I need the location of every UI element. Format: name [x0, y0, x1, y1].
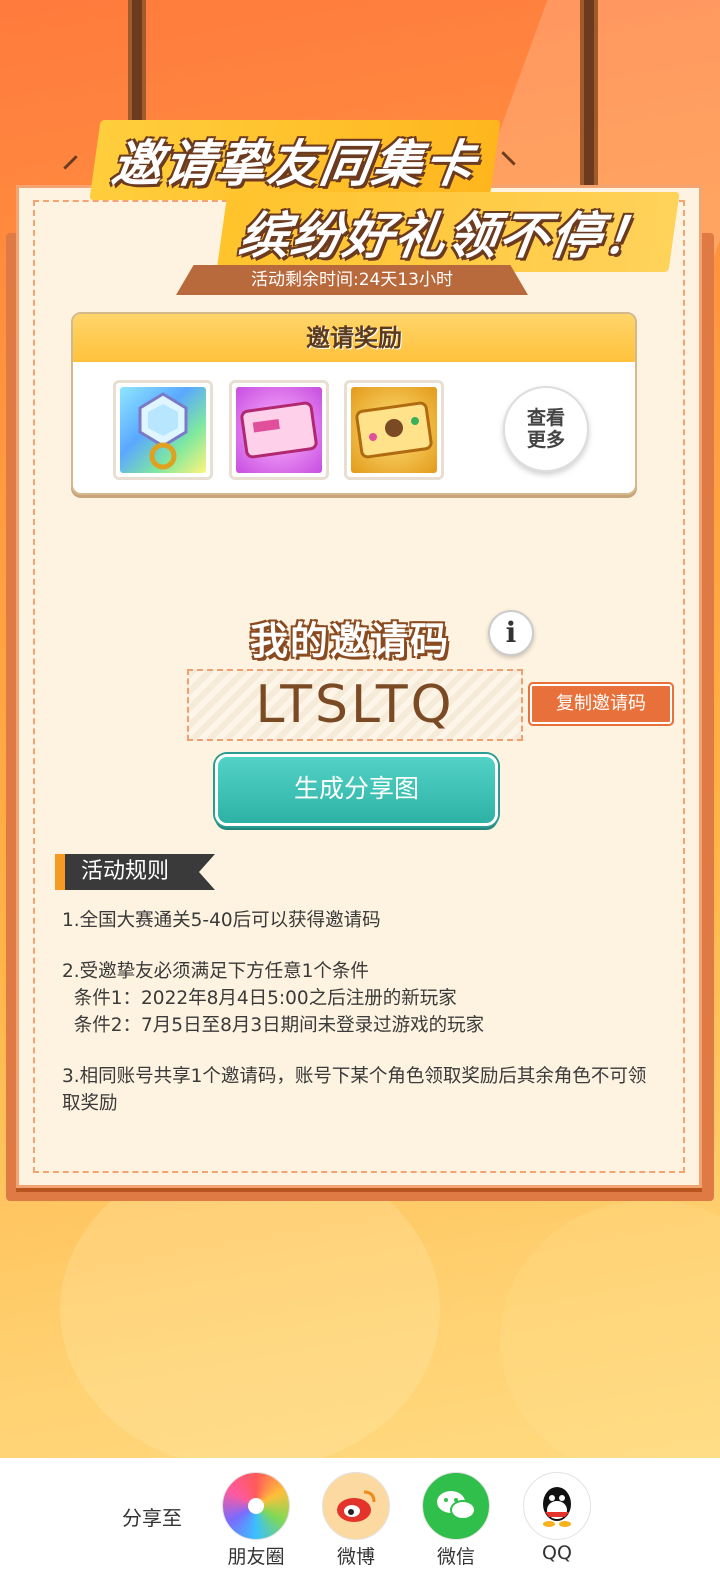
- reward-ring[interactable]: [113, 380, 213, 480]
- rules-title: 活动规则: [55, 854, 215, 890]
- share-wechat-button[interactable]: 微信: [420, 1472, 492, 1569]
- share-target-label: 微信: [436, 1546, 475, 1568]
- share-target-label: 朋友圈: [227, 1546, 285, 1568]
- card-icon: [351, 387, 437, 473]
- invite-code-value: LTSLTQ: [187, 669, 523, 741]
- reward-gold-card[interactable]: [344, 380, 444, 480]
- event-title: ⸝ 邀请挚友同集卡 ⸜ 缤纷好礼领不停！: [0, 110, 720, 272]
- ring-icon: [120, 387, 206, 473]
- share-target-label: 微博: [336, 1546, 375, 1568]
- copy-invite-code-button[interactable]: 复制邀请码: [528, 682, 674, 726]
- rule-item: 2.受邀挚友必须满足下方任意1个条件 条件1：2022年8月4日5:00之后注册…: [62, 961, 485, 1036]
- title-line-2: 缤纷好礼领不停！: [216, 192, 680, 272]
- rewards-panel: 邀请奖励 查看更多: [71, 312, 637, 495]
- invite-code-title: 我的邀请码: [250, 619, 451, 663]
- share-label: 分享至: [122, 1506, 182, 1530]
- share-moments-button[interactable]: 朋友圈: [220, 1472, 292, 1569]
- share-bar: 分享至 朋友圈 微博 微信 QQ: [0, 1458, 720, 1584]
- rule-item: 3.相同账号共享1个邀请码，账号下某个角色领取奖励后其余角色不可领取奖励: [62, 1066, 647, 1114]
- qq-icon: [523, 1472, 591, 1540]
- decoration-slash: ⸜: [500, 131, 517, 171]
- see-more-button[interactable]: 查看更多: [503, 386, 589, 472]
- decoration-slash: ⸝: [62, 135, 79, 175]
- event-countdown: 活动剩余时间:24天13小时: [176, 265, 528, 295]
- moments-icon: [222, 1472, 290, 1540]
- rewards-title: 邀请奖励: [73, 314, 635, 362]
- share-qq-button[interactable]: QQ: [521, 1472, 593, 1564]
- rule-item: 1.全国大赛通关5-40后可以获得邀请码: [62, 910, 381, 931]
- share-weibo-button[interactable]: 微博: [320, 1472, 392, 1569]
- card-icon: [236, 387, 322, 473]
- weibo-icon: [322, 1472, 390, 1540]
- share-target-label: QQ: [542, 1542, 572, 1564]
- background-glow: [500, 1200, 720, 1480]
- title-line-1: 邀请挚友同集卡: [89, 120, 501, 200]
- generate-share-image-button[interactable]: 生成分享图: [215, 754, 498, 826]
- wechat-icon: [422, 1472, 490, 1540]
- rules-list: 1.全国大赛通关5-40后可以获得邀请码 2.受邀挚友必须满足下方任意1个条件 …: [62, 907, 662, 1117]
- reward-pink-card[interactable]: [229, 380, 329, 480]
- info-icon[interactable]: i: [488, 610, 534, 656]
